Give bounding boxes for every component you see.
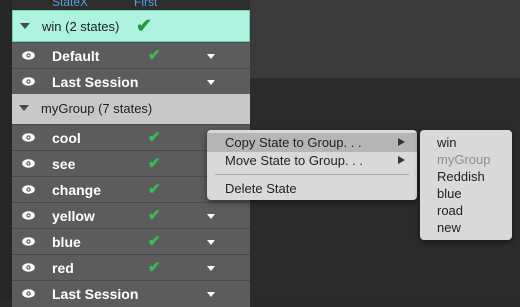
state-row-last-session[interactable]: Last Session <box>12 280 250 307</box>
submenu-arrow-icon <box>398 138 405 146</box>
state-label: cool <box>52 130 81 146</box>
eye-icon[interactable] <box>22 211 35 220</box>
menu-item-move-state[interactable]: Move State to Group. . . <box>207 151 417 170</box>
check-icon[interactable]: ✔ <box>148 258 161 276</box>
submenu-item-reddish[interactable]: Reddish <box>437 169 485 184</box>
first-column-header: First <box>134 0 158 9</box>
check-icon[interactable]: ✔ <box>148 128 161 146</box>
state-label: see <box>52 156 76 172</box>
menu-item-delete-state[interactable]: Delete State <box>207 179 417 198</box>
column-header: StateX First <box>12 0 250 10</box>
state-column-header: StateX <box>52 0 89 9</box>
check-icon[interactable]: ✔ <box>148 154 161 172</box>
state-row-yellow[interactable]: yellow ✔ <box>12 202 250 229</box>
group-title: win (2 states) <box>42 19 120 34</box>
submenu-arrow-icon <box>398 156 405 164</box>
menu-item-copy-state[interactable]: Copy State to Group. . . <box>207 133 417 152</box>
disclosure-triangle-icon[interactable] <box>20 23 30 29</box>
menu-item-label: Delete State <box>225 181 297 196</box>
state-row-blue[interactable]: blue ✔ <box>12 228 250 255</box>
caret-down-icon[interactable] <box>207 54 215 59</box>
eye-icon[interactable] <box>22 159 35 168</box>
state-row-default[interactable]: Default ✔ <box>12 42 250 69</box>
eye-icon[interactable] <box>22 185 35 194</box>
eye-icon[interactable] <box>22 289 35 298</box>
caret-down-icon[interactable] <box>207 266 215 271</box>
eye-icon[interactable] <box>22 263 35 272</box>
menu-separator <box>215 174 409 175</box>
eye-icon[interactable] <box>22 51 35 60</box>
background-top-panel <box>250 0 520 78</box>
submenu-item-win[interactable]: win <box>437 135 457 150</box>
group-header-mygroup[interactable]: myGroup (7 states) <box>12 94 250 124</box>
check-icon[interactable]: ✔ <box>148 46 161 64</box>
caret-down-icon[interactable] <box>207 214 215 219</box>
eye-icon[interactable] <box>22 133 35 142</box>
state-label: yellow <box>52 208 95 224</box>
caret-down-icon[interactable] <box>207 80 215 85</box>
submenu-item-new[interactable]: new <box>437 220 461 235</box>
submenu-item-blue[interactable]: blue <box>437 186 462 201</box>
check-icon[interactable]: ✔ <box>148 206 161 224</box>
check-icon: ✔ <box>136 16 152 37</box>
state-label: change <box>52 182 102 198</box>
submenu-item-mygroup: myGroup <box>437 152 491 167</box>
state-label: blue <box>52 234 81 250</box>
group-title: myGroup (7 states) <box>41 101 153 116</box>
caret-down-icon[interactable] <box>207 292 215 297</box>
disclosure-triangle-icon[interactable] <box>19 105 29 111</box>
eye-icon[interactable] <box>22 237 35 246</box>
caret-down-icon[interactable] <box>207 240 215 245</box>
submenu-item-road[interactable]: road <box>437 203 463 218</box>
check-icon[interactable]: ✔ <box>148 232 161 250</box>
check-icon[interactable]: ✔ <box>148 180 161 198</box>
eye-icon[interactable] <box>22 77 35 86</box>
state-row-last-session[interactable]: Last Session <box>12 68 250 95</box>
context-menu: Copy State to Group. . . Move State to G… <box>207 130 417 200</box>
menu-item-label: Move State to Group. . . <box>225 153 364 168</box>
menu-item-label: Copy State to Group. . . <box>225 135 362 150</box>
state-label: Last Session <box>52 74 139 90</box>
state-label: Default <box>52 48 100 64</box>
state-row-red[interactable]: red ✔ <box>12 254 250 281</box>
group-header-win[interactable]: win (2 states) ✔ <box>12 10 250 42</box>
state-label: red <box>52 260 74 276</box>
group-submenu: win myGroup Reddish blue road new <box>420 130 512 240</box>
